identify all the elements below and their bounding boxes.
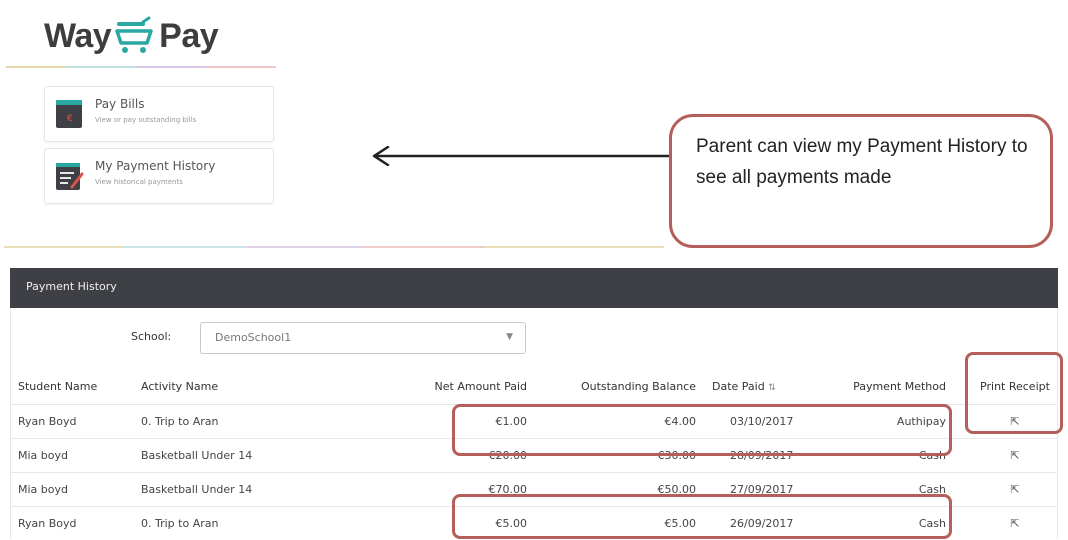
- cell-activity: Basketball Under 14: [141, 483, 253, 496]
- cell-activity: 0. Trip to Aran: [141, 517, 219, 530]
- payment-history-header: Payment History: [10, 268, 1058, 308]
- school-select[interactable]: DemoSchool1 ▼: [200, 322, 526, 354]
- column-header-net-amount[interactable]: Net Amount Paid: [435, 370, 527, 403]
- print-receipt-icon[interactable]: ⇱: [972, 473, 1058, 506]
- divider: [4, 246, 124, 248]
- divider: [66, 66, 136, 68]
- payment-history-title: My Payment History: [95, 159, 216, 173]
- callout-text: Parent can view my Payment History to se…: [696, 136, 1028, 188]
- menu-panel: € Pay Bills View or pay outstanding bill…: [44, 84, 276, 212]
- logo-text-pay: Pay: [159, 16, 219, 55]
- payment-history-card[interactable]: My Payment History View historical payme…: [44, 148, 274, 204]
- print-receipt-icon[interactable]: ⇱: [972, 507, 1058, 540]
- cell-student: Mia boyd: [18, 449, 68, 462]
- payment-history-subtitle: View historical payments: [95, 178, 183, 186]
- divider: [136, 66, 206, 68]
- divider: [364, 246, 484, 248]
- annotation-box-row-1: [452, 404, 952, 456]
- annotation-box-row-4: [452, 494, 952, 539]
- cell-activity: 0. Trip to Aran: [141, 415, 219, 428]
- chevron-down-icon: ▼: [506, 332, 513, 342]
- annotation-callout: Parent can view my Payment History to se…: [669, 114, 1053, 248]
- pay-bills-title: Pay Bills: [95, 97, 145, 111]
- waypay-logo: Way Pay: [44, 14, 219, 58]
- school-label: School:: [131, 330, 172, 343]
- pay-bills-subtitle: View or pay outstanding bills: [95, 116, 197, 124]
- table-header-row: Student Name Activity Name Net Amount Pa…: [10, 370, 1058, 404]
- annotation-box-print-receipt: [965, 352, 1063, 434]
- sort-icon: ⇅: [768, 383, 776, 393]
- cell-student: Mia boyd: [18, 483, 68, 496]
- divider: [206, 66, 276, 68]
- divider: [484, 246, 664, 248]
- column-header-date-label: Date Paid: [712, 380, 765, 393]
- history-list-icon: [56, 163, 84, 190]
- divider: [6, 66, 66, 68]
- wallet-icon: €: [56, 100, 82, 128]
- divider: [124, 246, 244, 248]
- column-header-method[interactable]: Payment Method: [853, 370, 946, 403]
- divider: [244, 246, 364, 248]
- pay-bills-card[interactable]: € Pay Bills View or pay outstanding bill…: [44, 86, 274, 142]
- column-header-student[interactable]: Student Name: [18, 370, 97, 403]
- column-header-outstanding[interactable]: Outstanding Balance: [581, 370, 696, 403]
- logo-text-way: Way: [44, 16, 112, 55]
- column-header-date[interactable]: Date Paid ⇅: [712, 370, 842, 403]
- cart-icon: [115, 16, 153, 53]
- column-header-activity[interactable]: Activity Name: [141, 370, 218, 403]
- cell-activity: Basketball Under 14: [141, 449, 253, 462]
- panel-title: Payment History: [26, 280, 117, 293]
- cell-student: Ryan Boyd: [18, 415, 77, 428]
- cell-student: Ryan Boyd: [18, 517, 77, 530]
- annotation-arrow: [372, 146, 672, 166]
- school-select-value: DemoSchool1: [215, 331, 292, 344]
- print-receipt-icon[interactable]: ⇱: [972, 439, 1058, 472]
- svg-text:€: €: [67, 114, 73, 124]
